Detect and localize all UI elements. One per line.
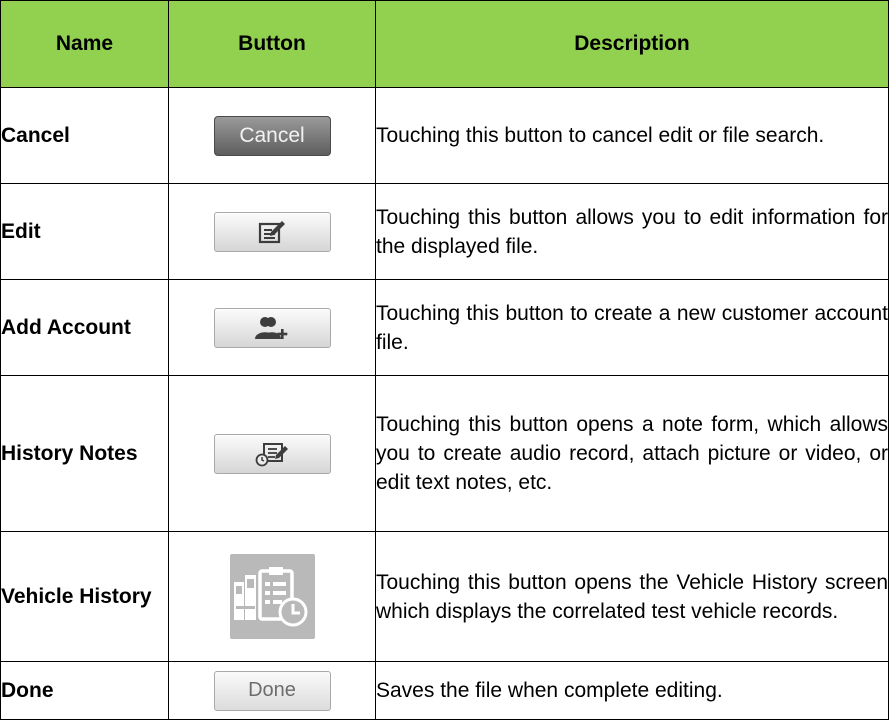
done-button: Done <box>213 670 331 711</box>
history-notes-button <box>213 433 331 474</box>
row-description: Touching this button allows you to edit … <box>375 183 889 280</box>
header-button: Button <box>168 0 376 88</box>
history-notes-icon <box>255 442 288 466</box>
row-button-cell <box>168 279 376 376</box>
header-name: Name <box>0 0 169 88</box>
row-name: Vehicle History <box>0 531 169 662</box>
table-row: Vehicle History Touching this button ope… <box>0 531 889 662</box>
vehicle-history-icon <box>234 566 308 626</box>
row-name: Add Account <box>0 279 169 376</box>
table-header-row: Name Button Description <box>0 0 889 88</box>
table-row: Done Done Saves the file when complete e… <box>0 661 889 720</box>
add-user-icon <box>255 316 288 339</box>
row-button-cell <box>168 183 376 280</box>
table-row: Add Account Touching this button to crea… <box>0 279 889 376</box>
row-button-cell: Cancel <box>168 87 376 184</box>
row-name: Edit <box>0 183 169 280</box>
row-name: Cancel <box>0 87 169 184</box>
row-description: Touching this button opens a note form, … <box>375 375 889 532</box>
row-description: Saves the file when complete editing. <box>375 661 889 720</box>
row-description: Touching this button to cancel edit or f… <box>375 87 889 184</box>
add-account-button <box>213 307 331 348</box>
header-description: Description <box>375 0 889 88</box>
edit-note-icon <box>258 220 285 243</box>
table-row: Cancel Cancel Touching this button to ca… <box>0 87 889 184</box>
row-button-cell: Done <box>168 661 376 720</box>
table-row: Edit Touching this button allows you to … <box>0 183 889 280</box>
row-description: Touching this button opens the Vehicle H… <box>375 531 889 662</box>
table-row: History Notes Touching this button opens… <box>0 375 889 532</box>
vehicle-history-button <box>229 554 315 639</box>
row-button-cell <box>168 531 376 662</box>
row-name: Done <box>0 661 169 720</box>
edit-button <box>213 211 331 252</box>
row-button-cell <box>168 375 376 532</box>
button-reference-table: Name Button Description Cancel Cancel To… <box>0 0 889 720</box>
row-description: Touching this button to create a new cus… <box>375 279 889 376</box>
row-name: History Notes <box>0 375 169 532</box>
cancel-button: Cancel <box>213 115 331 156</box>
